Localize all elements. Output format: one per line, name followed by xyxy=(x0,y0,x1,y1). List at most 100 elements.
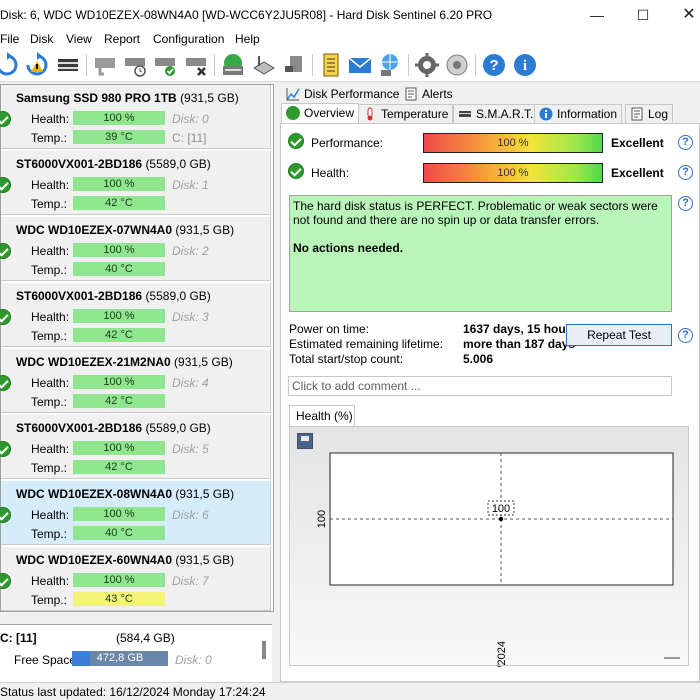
disk-panel-1[interactable]: ST6000VX001-2BD186 (5589,0 GB) Health: 1… xyxy=(0,151,271,215)
overview-pane: Performance: 100 % Excellent ? Health: 1… xyxy=(280,123,700,682)
status-description-box: The hard disk status is PERFECT. Problem… xyxy=(289,195,672,312)
refresh-alert-icon[interactable] xyxy=(24,52,50,78)
report-disk-icon[interactable] xyxy=(220,52,246,78)
tab-health-chart[interactable]: Health (%) xyxy=(289,405,355,426)
disk-panel-4[interactable]: WDC WD10EZEX-21M2NA0 (931,5 GB) Health: … xyxy=(0,349,271,413)
volume-scrollbar[interactable] xyxy=(262,641,266,659)
health-label: Health: xyxy=(31,442,70,456)
notes-icon[interactable] xyxy=(318,52,344,78)
menu-help[interactable]: Help xyxy=(235,32,260,46)
tab-smart[interactable]: S.M.A.R.T. xyxy=(453,104,539,124)
status-text: Status last updated: 16/12/2024 Monday 1… xyxy=(0,685,266,699)
volume-panel[interactable]: C: [11] (584,4 GB) Free Space 472,8 GB D… xyxy=(0,624,272,682)
disk-number: Disk: 5 xyxy=(172,442,209,456)
disk-panel-0[interactable]: Samsung SSD 980 PRO 1TB (931,5 GB) Healt… xyxy=(0,85,271,149)
console-icon[interactable] xyxy=(251,52,277,78)
toolbar-separator xyxy=(408,54,409,76)
disk-timer-icon[interactable] xyxy=(123,52,149,78)
health-label: Health: xyxy=(31,310,70,324)
tab-disk-performance[interactable]: Disk Performance xyxy=(282,85,403,105)
health-bar: 100 % xyxy=(73,309,165,323)
disk-panel-6-selected[interactable]: WDC WD10EZEX-08WN4A0 (931,5 GB) Health: … xyxy=(0,481,271,545)
tab-temperature[interactable]: Temperature xyxy=(358,104,454,124)
menu-disk[interactable]: Disk xyxy=(30,32,53,46)
disk-name: WDC WD10EZEX-21M2NA0 (931,5 GB) xyxy=(16,355,233,369)
health-label: Health: xyxy=(311,166,350,180)
disk-icon[interactable] xyxy=(55,52,81,78)
disk-name: ST6000VX001-2BD186 (5589,0 GB) xyxy=(16,421,211,435)
health-label: Health: xyxy=(31,112,70,126)
info-icon xyxy=(539,107,553,121)
help-icon[interactable]: ? xyxy=(678,328,693,343)
health-bar: 100 % xyxy=(73,573,165,587)
disk-panel-2[interactable]: WDC WD10EZEX-07WN4A0 (931,5 GB) Health: … xyxy=(0,217,271,281)
health-gauge: 100 % xyxy=(423,163,603,183)
menu-view[interactable]: View xyxy=(66,32,92,46)
toolbar: ? i xyxy=(0,48,700,82)
window-title: Disk: 6, WDC WD10EZEX-08WN4A0 [WD-WCC6Y2… xyxy=(0,8,493,22)
network-icon[interactable] xyxy=(377,52,403,78)
speaker-icon[interactable] xyxy=(444,52,470,78)
alerts-document-icon xyxy=(405,87,417,101)
health-bar: 100 % xyxy=(73,375,165,389)
startstop-value: 5.006 xyxy=(463,352,494,366)
info-icon[interactable]: i xyxy=(512,52,538,78)
menu-report[interactable]: Report xyxy=(104,32,140,46)
status-ok-icon xyxy=(0,243,11,259)
temp-bar: 43 °C xyxy=(73,592,165,606)
help-icon[interactable]: ? xyxy=(678,135,693,150)
settings-icon[interactable] xyxy=(414,52,440,78)
temp-label: Temp.: xyxy=(31,329,68,343)
temp-bar: 40 °C xyxy=(73,526,165,540)
volume-disk-number: Disk: 0 xyxy=(175,653,212,667)
disk-number: Disk: 1 xyxy=(172,178,209,192)
temp-label: Temp.: xyxy=(31,131,68,145)
tab-log[interactable]: Log xyxy=(625,104,674,124)
temp-label: Temp.: xyxy=(31,461,68,475)
disk-off-icon[interactable] xyxy=(92,52,118,78)
refresh-icon[interactable] xyxy=(0,52,20,78)
status-ok-icon xyxy=(286,106,300,120)
disk-panel-5[interactable]: ST6000VX001-2BD186 (5589,0 GB) Health: 1… xyxy=(0,415,271,479)
menu-bar: File Disk View Report Configuration Help xyxy=(0,30,700,48)
mail-icon[interactable] xyxy=(347,52,373,78)
tab-overview[interactable]: Overview xyxy=(281,103,360,123)
minimize-button[interactable]: — xyxy=(574,0,620,30)
repeat-test-button[interactable]: Repeat Test xyxy=(566,324,672,346)
maximize-button[interactable]: ☐ xyxy=(620,0,666,30)
lifetime-label: Estimated remaining lifetime: xyxy=(289,337,444,351)
health-bar: 100 % xyxy=(73,177,165,191)
health-bar: 100 % xyxy=(73,111,165,125)
help-icon[interactable]: ? xyxy=(678,165,693,180)
chart-icon xyxy=(286,88,300,101)
help-icon[interactable]: ? xyxy=(481,52,507,78)
temp-bar: 42 °C xyxy=(73,394,165,408)
temp-bar: 42 °C xyxy=(73,196,165,210)
status-ok-icon xyxy=(0,507,11,523)
toolbar-separator xyxy=(312,54,313,76)
disk-panel-7[interactable]: WDC WD10EZEX-60WN4A0 (931,5 GB) Health: … xyxy=(0,547,271,611)
usb-disk-icon[interactable] xyxy=(282,52,308,78)
temp-bar: 40 °C xyxy=(73,262,165,276)
disk-number: Disk: 3 xyxy=(172,310,209,324)
temp-label: Temp.: xyxy=(31,527,68,541)
status-ok-icon xyxy=(0,375,11,391)
menu-file[interactable]: File xyxy=(0,32,19,46)
disk-icon xyxy=(459,111,471,117)
comment-input[interactable]: Click to add comment ... xyxy=(288,376,672,396)
close-button[interactable]: ✕ xyxy=(666,0,700,30)
disk-check-icon[interactable] xyxy=(153,52,179,78)
disk-number: Disk: 0 xyxy=(172,112,209,126)
log-document-icon xyxy=(631,107,643,121)
menu-configuration[interactable]: Configuration xyxy=(153,32,224,46)
performance-gauge: 100 % xyxy=(423,133,603,153)
disk-panel-3[interactable]: ST6000VX001-2BD186 (5589,0 GB) Health: 1… xyxy=(0,283,271,347)
title-bar: Disk: 6, WDC WD10EZEX-08WN4A0 [WD-WCC6Y2… xyxy=(0,0,700,30)
tab-alerts[interactable]: Alerts xyxy=(400,85,457,105)
free-space-bar: 472,8 GB xyxy=(72,651,168,666)
resize-handle[interactable] xyxy=(664,657,680,659)
help-icon[interactable]: ? xyxy=(678,196,693,211)
status-description: The hard disk status is PERFECT. Problem… xyxy=(293,199,658,227)
disk-delete-icon[interactable] xyxy=(184,52,210,78)
tab-information[interactable]: Information xyxy=(534,104,623,124)
